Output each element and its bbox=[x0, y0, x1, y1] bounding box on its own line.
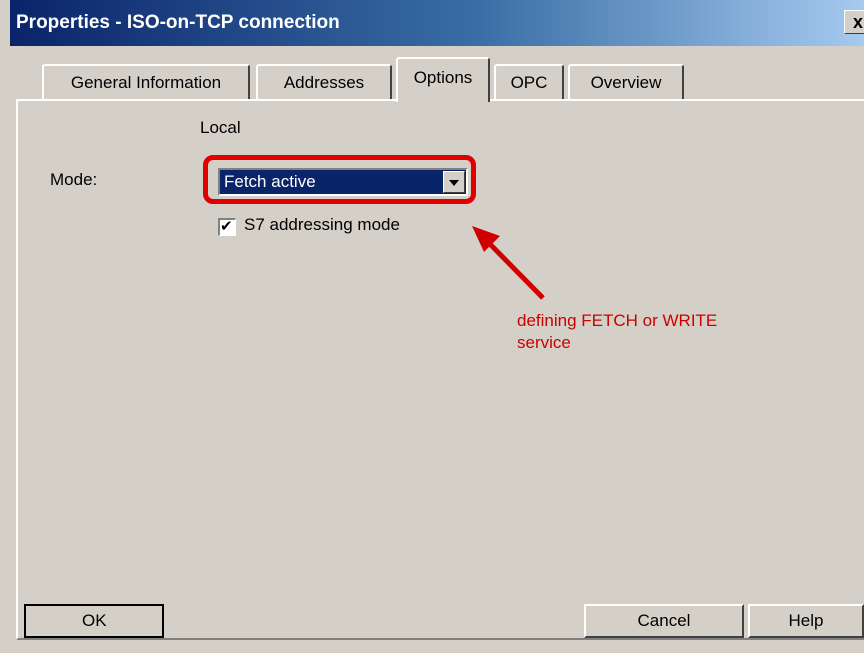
annotation-text: defining FETCH or WRITE service bbox=[517, 310, 787, 354]
arrow-shaft bbox=[484, 238, 545, 300]
annotation-line-2: service bbox=[517, 333, 571, 352]
properties-dialog: Properties - ISO-on-TCP connection x Gen… bbox=[0, 0, 864, 653]
annotation-line-1: defining FETCH or WRITE bbox=[517, 311, 718, 330]
